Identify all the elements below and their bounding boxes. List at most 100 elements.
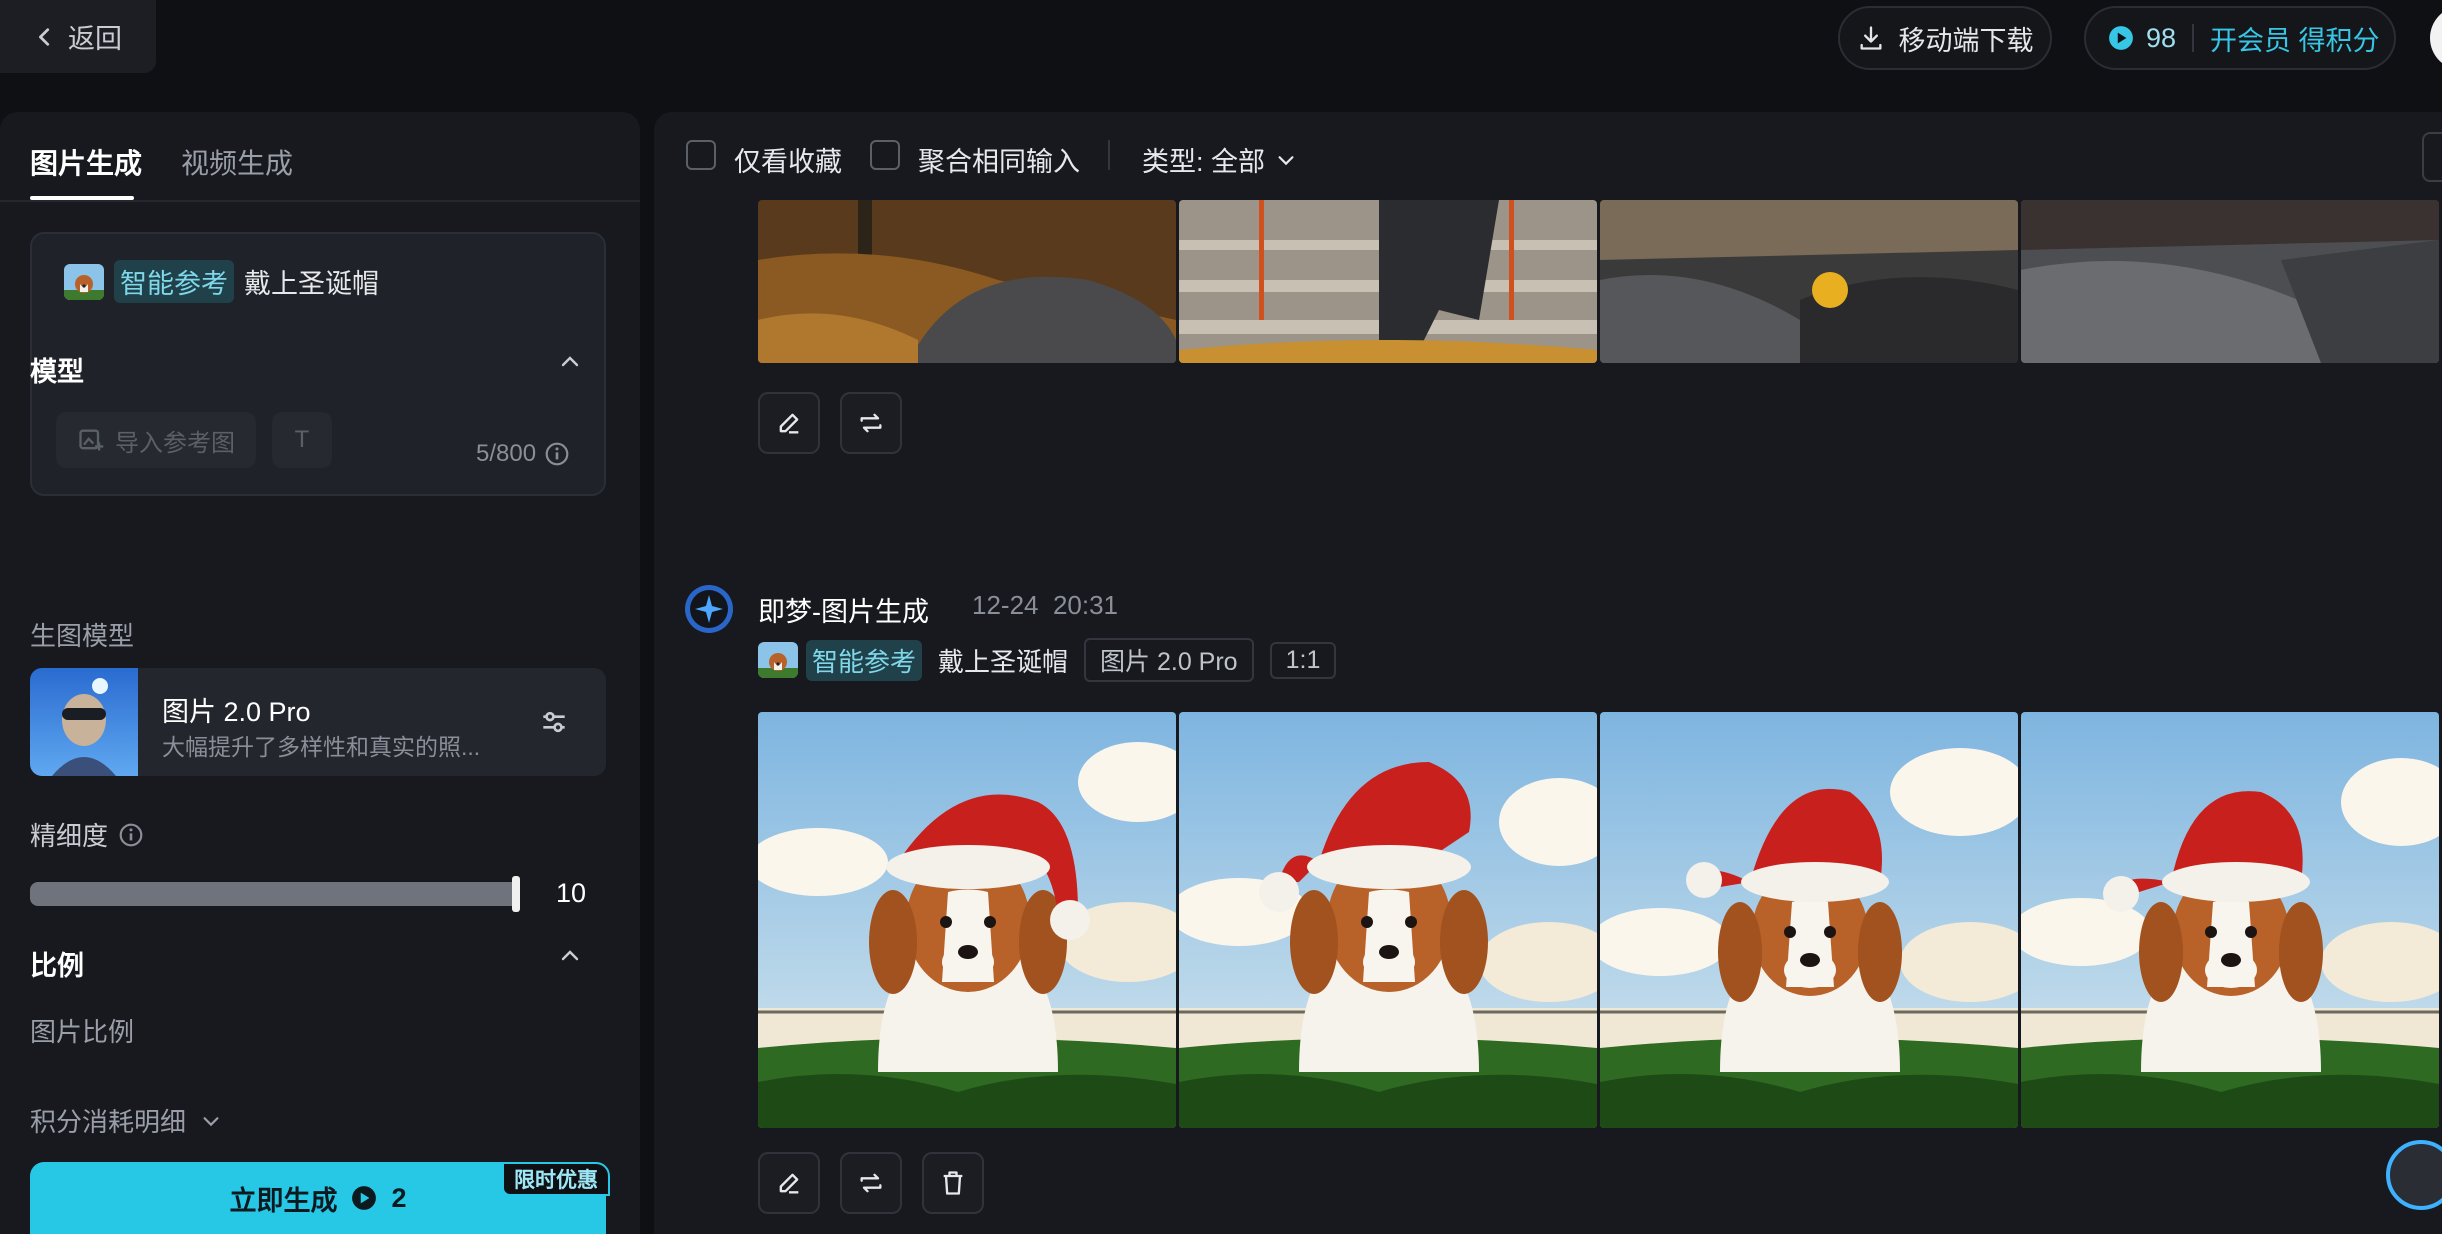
generated-image[interactable] <box>1600 200 2018 363</box>
generated-image[interactable] <box>1600 712 2018 1128</box>
coin-icon <box>352 1186 377 1210</box>
points-value: 98 <box>2146 22 2177 53</box>
generated-image[interactable] <box>758 200 1176 363</box>
image-import-icon <box>79 429 104 451</box>
user-avatar[interactable] <box>2430 6 2442 70</box>
chevron-up-icon[interactable] <box>558 944 582 968</box>
settings-sliders-icon[interactable] <box>538 706 570 738</box>
model-thumbnail <box>30 668 138 776</box>
previous-generation-actions <box>758 392 902 454</box>
regenerate-icon <box>860 1173 882 1193</box>
coin-icon <box>2109 26 2133 50</box>
chevron-left-icon <box>39 27 50 46</box>
smart-reference-chip[interactable]: 智能参考 <box>806 639 923 681</box>
generation-title: 即梦-图片生成 <box>758 597 929 627</box>
results-toolbar: 仅看收藏 聚合相同输入 类型: 全部 <box>654 112 2442 200</box>
prompt-content: 智能参考 戴上圣诞帽 <box>64 260 379 303</box>
generate-cost: 2 <box>391 1182 407 1213</box>
top-bar: 返回 移动端下载 98 开会员 得积分 <box>0 0 2442 112</box>
precision-value: 10 <box>556 878 587 908</box>
mobile-download-button[interactable]: 移动端下载 <box>1838 6 2052 70</box>
edit-button[interactable] <box>758 1152 820 1214</box>
model-section-subtitle: 生图模型 <box>30 621 135 651</box>
ratio-section-title: 比例 <box>30 951 84 981</box>
promo-badge: 限时优惠 <box>502 1162 610 1196</box>
download-icon <box>1860 26 1881 50</box>
generated-image[interactable] <box>2021 712 2439 1128</box>
credits-detail-label: 积分消耗明细 <box>30 1107 187 1137</box>
ratio-tag: 1:1 <box>1269 641 1337 679</box>
precision-label: 精细度 <box>30 821 109 851</box>
previous-generation-images <box>758 200 2442 363</box>
smart-reference-chip[interactable]: 智能参考 <box>114 260 234 303</box>
credits-detail-toggle[interactable]: 积分消耗明细 <box>30 1102 222 1139</box>
precision-slider-track[interactable] <box>30 882 520 906</box>
edit-icon <box>779 413 799 434</box>
text-tool-button[interactable]: T <box>272 412 332 468</box>
delete-icon <box>943 1171 963 1195</box>
text-icon: T <box>294 426 310 453</box>
download-label: 移动端下载 <box>1898 25 2034 56</box>
tab-video-generation[interactable]: 视频生成 <box>181 142 293 182</box>
active-tab-indicator <box>30 196 134 200</box>
favorites-only-checkbox[interactable] <box>686 140 716 170</box>
generated-image[interactable] <box>1179 712 1597 1128</box>
generation-time: 20:31 <box>1052 590 1119 620</box>
info-icon[interactable] <box>118 822 144 848</box>
generated-image[interactable] <box>758 712 1176 1128</box>
generation-meta: 智能参考 戴上圣诞帽 图片 2.0 Pro 1:1 <box>758 638 1337 682</box>
counter-value: 5/800 <box>476 440 537 467</box>
divider <box>2192 24 2195 52</box>
reference-thumbnail <box>758 642 798 678</box>
back-button[interactable]: 返回 <box>0 0 156 73</box>
vip-link[interactable]: 开会员 得积分 <box>2210 19 2380 58</box>
type-filter-label: 类型: 全部 <box>1142 147 1266 177</box>
delete-button[interactable] <box>922 1152 984 1214</box>
app-logo-icon <box>685 585 733 633</box>
regenerate-button[interactable] <box>840 1152 902 1214</box>
model-description: 大幅提升了多样性和真实的照... <box>162 734 481 760</box>
reference-thumbnail <box>64 263 104 300</box>
precision-label-row: 精细度 <box>30 816 144 853</box>
generated-images <box>758 712 2442 1128</box>
regenerate-button[interactable] <box>840 392 902 454</box>
model-tag: 图片 2.0 Pro <box>1084 638 1254 682</box>
merge-same-input-checkbox[interactable] <box>870 140 900 170</box>
tab-image-generation[interactable]: 图片生成 <box>30 142 142 182</box>
results-area: 仅看收藏 聚合相同输入 类型: 全部 即梦-图片生成 12-24 20:31 智… <box>654 112 2442 1234</box>
generation-actions <box>758 1152 984 1214</box>
import-label: 导入参考图 <box>115 429 235 457</box>
prompt-text: 戴上圣诞帽 <box>244 269 379 299</box>
chevron-down-icon <box>1278 155 1294 165</box>
ratio-section-subtitle: 图片比例 <box>30 1017 135 1047</box>
edit-icon <box>779 1173 799 1194</box>
left-panel: 图片生成 视频生成 智能参考 戴上圣诞帽 导入参考图 T 5/800 模型 生图… <box>0 112 640 1234</box>
char-counter: 5/800 <box>476 440 570 468</box>
back-label: 返回 <box>68 24 122 54</box>
prompt-input[interactable]: 智能参考 戴上圣诞帽 导入参考图 T 5/800 <box>30 232 606 496</box>
precision-slider-handle[interactable] <box>512 876 520 912</box>
regenerate-icon <box>860 413 882 433</box>
model-selector[interactable]: 图片 2.0 Pro 大幅提升了多样性和真实的照... <box>30 668 606 776</box>
chevron-down-icon <box>203 1116 219 1126</box>
model-name: 图片 2.0 Pro <box>162 697 311 727</box>
edit-button[interactable] <box>758 392 820 454</box>
type-filter-dropdown[interactable]: 类型: 全部 <box>1142 140 1297 179</box>
favorites-only-label[interactable]: 仅看收藏 <box>734 140 842 179</box>
info-icon[interactable] <box>544 441 570 467</box>
mode-tabs: 图片生成 视频生成 <box>0 112 640 202</box>
model-section-title: 模型 <box>30 357 84 387</box>
merge-same-input-label[interactable]: 聚合相同输入 <box>918 140 1080 179</box>
generated-image[interactable] <box>2021 200 2439 363</box>
generation-header: 即梦-图片生成 12-24 20:31 智能参考 戴上圣诞帽 图片 2.0 Pr… <box>684 584 2384 682</box>
import-reference-button[interactable]: 导入参考图 <box>56 412 256 468</box>
chevron-up-icon[interactable] <box>558 350 582 374</box>
generate-label: 立即生成 <box>229 1185 338 1216</box>
generated-image[interactable] <box>1179 200 1597 363</box>
divider <box>1108 140 1110 170</box>
generation-date: 12-24 <box>972 590 1039 620</box>
generation-prompt: 戴上圣诞帽 <box>938 646 1069 677</box>
points-box[interactable]: 98 开会员 得积分 <box>2084 6 2396 70</box>
generation-timestamp: 12-24 20:31 <box>972 590 1118 621</box>
view-toggle-button[interactable] <box>2422 132 2442 182</box>
